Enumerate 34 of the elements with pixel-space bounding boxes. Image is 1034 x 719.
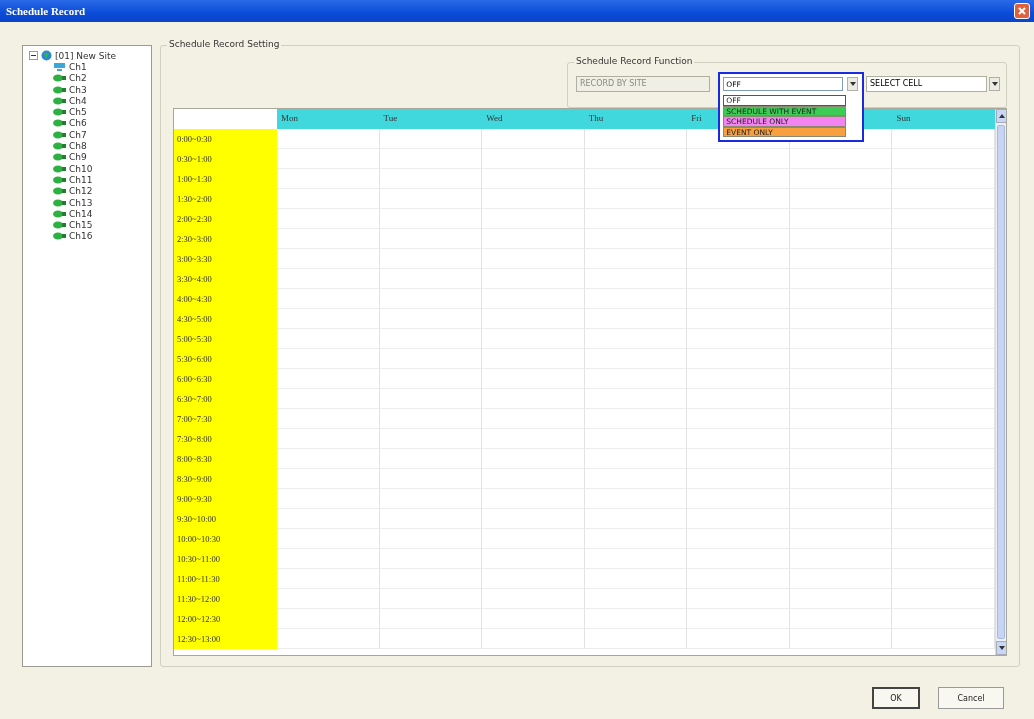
time-cell: 12:30~13:00 bbox=[174, 629, 277, 649]
time-cell: 2:30~3:00 bbox=[174, 229, 277, 249]
time-cell: 12:00~12:30 bbox=[174, 609, 277, 629]
time-cell: 8:00~8:30 bbox=[174, 449, 277, 469]
window-title: Schedule Record bbox=[6, 5, 86, 17]
time-cell: 4:00~4:30 bbox=[174, 289, 277, 309]
column-header: Thu bbox=[584, 109, 688, 129]
time-cell: 6:00~6:30 bbox=[174, 369, 277, 389]
time-cell: 6:30~7:00 bbox=[174, 389, 277, 409]
group-title: Schedule Record Setting bbox=[167, 39, 282, 49]
time-cell: 9:30~10:00 bbox=[174, 509, 277, 529]
column-header: Tue bbox=[379, 109, 483, 129]
time-cell: 0:00~0:30 bbox=[174, 129, 277, 149]
time-cell: 3:00~3:30 bbox=[174, 249, 277, 269]
time-cell: 11:00~11:30 bbox=[174, 569, 277, 589]
time-cell: 3:30~4:00 bbox=[174, 269, 277, 289]
time-cell: 8:30~9:00 bbox=[174, 469, 277, 489]
group-title: Schedule Record Function bbox=[574, 56, 695, 66]
time-cell: 1:30~2:00 bbox=[174, 189, 277, 209]
time-cell: 1:00~1:30 bbox=[174, 169, 277, 189]
time-cell: 10:00~10:30 bbox=[174, 529, 277, 549]
time-cell: 4:30~5:00 bbox=[174, 309, 277, 329]
time-cell: 0:30~1:00 bbox=[174, 149, 277, 169]
time-cell: 5:30~6:00 bbox=[174, 349, 277, 369]
column-header: Mon bbox=[277, 109, 380, 129]
time-cell: 9:00~9:30 bbox=[174, 489, 277, 509]
time-cell: 10:30~11:00 bbox=[174, 549, 277, 569]
time-cell: 7:30~8:00 bbox=[174, 429, 277, 449]
column-header: Wed bbox=[482, 109, 585, 129]
time-cell: 11:30~12:00 bbox=[174, 589, 277, 609]
time-cell: 2:00~2:30 bbox=[174, 209, 277, 229]
time-cell: 5:00~5:30 bbox=[174, 329, 277, 349]
time-cell: 7:00~7:30 bbox=[174, 409, 277, 429]
column-header: Sun bbox=[892, 109, 995, 129]
